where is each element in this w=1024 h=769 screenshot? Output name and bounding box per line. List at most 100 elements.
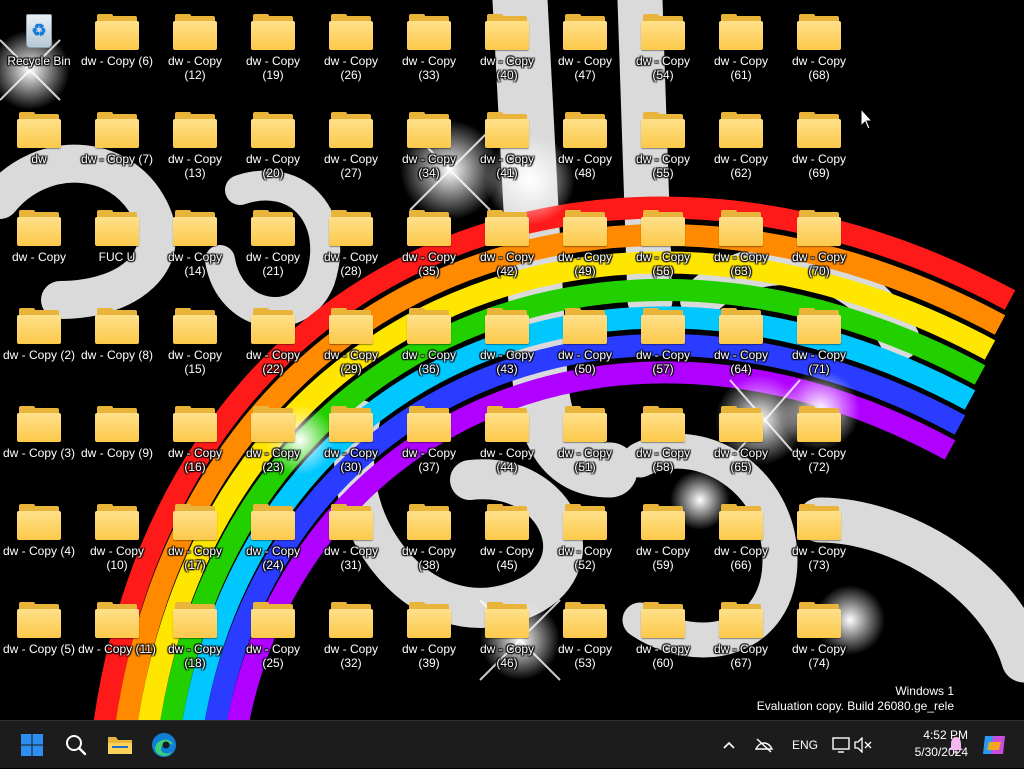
- notification-button[interactable]: [936, 725, 976, 765]
- folder-desktop-icon[interactable]: dw - Copy (54): [624, 4, 702, 100]
- folder-desktop-icon[interactable]: dw: [0, 102, 78, 198]
- evaluation-watermark: Windows 1 Evaluation copy. Build 26080.g…: [757, 684, 954, 714]
- folder-desktop-icon[interactable]: dw - Copy (65): [702, 396, 780, 492]
- folder-desktop-icon[interactable]: dw - Copy (9): [78, 396, 156, 492]
- folder-desktop-icon[interactable]: dw - Copy (50): [546, 298, 624, 394]
- language-indicator[interactable]: ENG: [788, 738, 822, 752]
- copilot-button[interactable]: [974, 725, 1014, 765]
- desktop-icon-label: dw - Copy (27): [323, 152, 379, 180]
- folder-desktop-icon[interactable]: dw - Copy (62): [702, 102, 780, 198]
- folder-desktop-icon[interactable]: dw - Copy (28): [312, 200, 390, 296]
- folder-desktop-icon[interactable]: dw - Copy (31): [312, 494, 390, 590]
- folder-desktop-icon[interactable]: dw - Copy (45): [468, 494, 546, 590]
- folder-desktop-icon[interactable]: dw - Copy (13): [156, 102, 234, 198]
- folder-desktop-icon[interactable]: dw - Copy (6): [78, 4, 156, 100]
- folder-desktop-icon[interactable]: dw - Copy (33): [390, 4, 468, 100]
- folder-desktop-icon[interactable]: dw - Copy (60): [624, 592, 702, 688]
- folder-desktop-icon[interactable]: dw - Copy (21): [234, 200, 312, 296]
- desktop-icon-label: dw - Copy (70): [791, 250, 847, 278]
- notification-bell-icon: [949, 737, 963, 754]
- recycle-bin-desktop-icon[interactable]: ♻ Recycle Bin: [0, 4, 78, 100]
- folder-desktop-icon[interactable]: dw - Copy (49): [546, 200, 624, 296]
- folder-front-shape: [407, 21, 451, 50]
- folder-desktop-icon[interactable]: dw - Copy (42): [468, 200, 546, 296]
- folder-icon: [251, 14, 295, 50]
- search-button[interactable]: [56, 725, 96, 765]
- folder-desktop-icon[interactable]: dw - Copy (22): [234, 298, 312, 394]
- folder-desktop-icon[interactable]: dw - Copy (67): [702, 592, 780, 688]
- folder-desktop-icon[interactable]: dw - Copy (14): [156, 200, 234, 296]
- folder-desktop-icon[interactable]: dw - Copy (27): [312, 102, 390, 198]
- folder-desktop-icon[interactable]: dw - Copy (3): [0, 396, 78, 492]
- folder-desktop-icon[interactable]: dw - Copy (71): [780, 298, 858, 394]
- folder-desktop-icon[interactable]: dw - Copy (11): [78, 592, 156, 688]
- folder-desktop-icon[interactable]: dw - Copy (61): [702, 4, 780, 100]
- folder-desktop-icon[interactable]: dw - Copy (4): [0, 494, 78, 590]
- folder-front-shape: [563, 119, 607, 148]
- edge-button[interactable]: [144, 725, 184, 765]
- folder-desktop-icon[interactable]: dw - Copy (73): [780, 494, 858, 590]
- folder-desktop-icon[interactable]: dw - Copy (16): [156, 396, 234, 492]
- tray-overflow-button[interactable]: [716, 740, 742, 750]
- folder-desktop-icon[interactable]: FUC U: [78, 200, 156, 296]
- folder-desktop-icon[interactable]: dw - Copy (24): [234, 494, 312, 590]
- network-status[interactable]: [746, 737, 782, 753]
- folder-desktop-icon[interactable]: dw - Copy (69): [780, 102, 858, 198]
- folder-desktop-icon[interactable]: dw - Copy (70): [780, 200, 858, 296]
- folder-desktop-icon[interactable]: dw - Copy (30): [312, 396, 390, 492]
- folder-desktop-icon[interactable]: dw - Copy (18): [156, 592, 234, 688]
- folder-desktop-icon[interactable]: dw - Copy (17): [156, 494, 234, 590]
- folder-desktop-icon[interactable]: dw - Copy (51): [546, 396, 624, 492]
- folder-front-shape: [797, 217, 841, 246]
- folder-desktop-icon[interactable]: dw - Copy (23): [234, 396, 312, 492]
- folder-desktop-icon[interactable]: dw - Copy (40): [468, 4, 546, 100]
- folder-desktop-icon[interactable]: dw - Copy (37): [390, 396, 468, 492]
- folder-desktop-icon[interactable]: dw - Copy (46): [468, 592, 546, 688]
- folder-desktop-icon[interactable]: dw - Copy (19): [234, 4, 312, 100]
- folder-desktop-icon[interactable]: dw - Copy (7): [78, 102, 156, 198]
- folder-desktop-icon[interactable]: dw - Copy (34): [390, 102, 468, 198]
- folder-desktop-icon[interactable]: dw - Copy (59): [624, 494, 702, 590]
- folder-desktop-icon[interactable]: dw - Copy (38): [390, 494, 468, 590]
- folder-desktop-icon[interactable]: dw - Copy (44): [468, 396, 546, 492]
- folder-desktop-icon[interactable]: dw - Copy (25): [234, 592, 312, 688]
- folder-desktop-icon[interactable]: dw - Copy (39): [390, 592, 468, 688]
- folder-desktop-icon[interactable]: dw - Copy (15): [156, 298, 234, 394]
- folder-desktop-icon[interactable]: dw - Copy (64): [702, 298, 780, 394]
- folder-desktop-icon[interactable]: dw - Copy (58): [624, 396, 702, 492]
- folder-desktop-icon[interactable]: dw - Copy (35): [390, 200, 468, 296]
- folder-desktop-icon[interactable]: dw - Copy (20): [234, 102, 312, 198]
- folder-desktop-icon[interactable]: dw - Copy (47): [546, 4, 624, 100]
- folder-desktop-icon[interactable]: dw - Copy (29): [312, 298, 390, 394]
- folder-desktop-icon[interactable]: dw - Copy (57): [624, 298, 702, 394]
- folder-desktop-icon[interactable]: dw - Copy: [0, 200, 78, 296]
- folder-desktop-icon[interactable]: dw - Copy (10): [78, 494, 156, 590]
- display-status[interactable]: [830, 737, 852, 753]
- folder-desktop-icon[interactable]: dw - Copy (41): [468, 102, 546, 198]
- folder-front-shape: [407, 119, 451, 148]
- volume-status[interactable]: [852, 737, 874, 753]
- folder-desktop-icon[interactable]: dw - Copy (26): [312, 4, 390, 100]
- folder-desktop-icon[interactable]: dw - Copy (68): [780, 4, 858, 100]
- folder-icon: [797, 210, 841, 246]
- desktop-icon-label: dw - Copy (31): [323, 544, 379, 572]
- folder-desktop-icon[interactable]: dw - Copy (52): [546, 494, 624, 590]
- folder-desktop-icon[interactable]: dw - Copy (32): [312, 592, 390, 688]
- folder-desktop-icon[interactable]: dw - Copy (56): [624, 200, 702, 296]
- folder-desktop-icon[interactable]: dw - Copy (66): [702, 494, 780, 590]
- folder-desktop-icon[interactable]: dw - Copy (53): [546, 592, 624, 688]
- folder-desktop-icon[interactable]: dw - Copy (74): [780, 592, 858, 688]
- folder-desktop-icon[interactable]: dw - Copy (43): [468, 298, 546, 394]
- file-explorer-button[interactable]: [100, 725, 140, 765]
- folder-desktop-icon[interactable]: dw - Copy (63): [702, 200, 780, 296]
- folder-desktop-icon[interactable]: dw - Copy (2): [0, 298, 78, 394]
- folder-desktop-icon[interactable]: dw - Copy (48): [546, 102, 624, 198]
- folder-desktop-icon[interactable]: dw - Copy (12): [156, 4, 234, 100]
- folder-desktop-icon[interactable]: dw - Copy (55): [624, 102, 702, 198]
- start-button[interactable]: [12, 725, 52, 765]
- folder-desktop-icon[interactable]: dw - Copy (72): [780, 396, 858, 492]
- folder-desktop-icon[interactable]: dw - Copy (36): [390, 298, 468, 394]
- desktop-icon-label: dw - Copy (43): [479, 348, 535, 376]
- folder-desktop-icon[interactable]: dw - Copy (5): [0, 592, 78, 688]
- folder-desktop-icon[interactable]: dw - Copy (8): [78, 298, 156, 394]
